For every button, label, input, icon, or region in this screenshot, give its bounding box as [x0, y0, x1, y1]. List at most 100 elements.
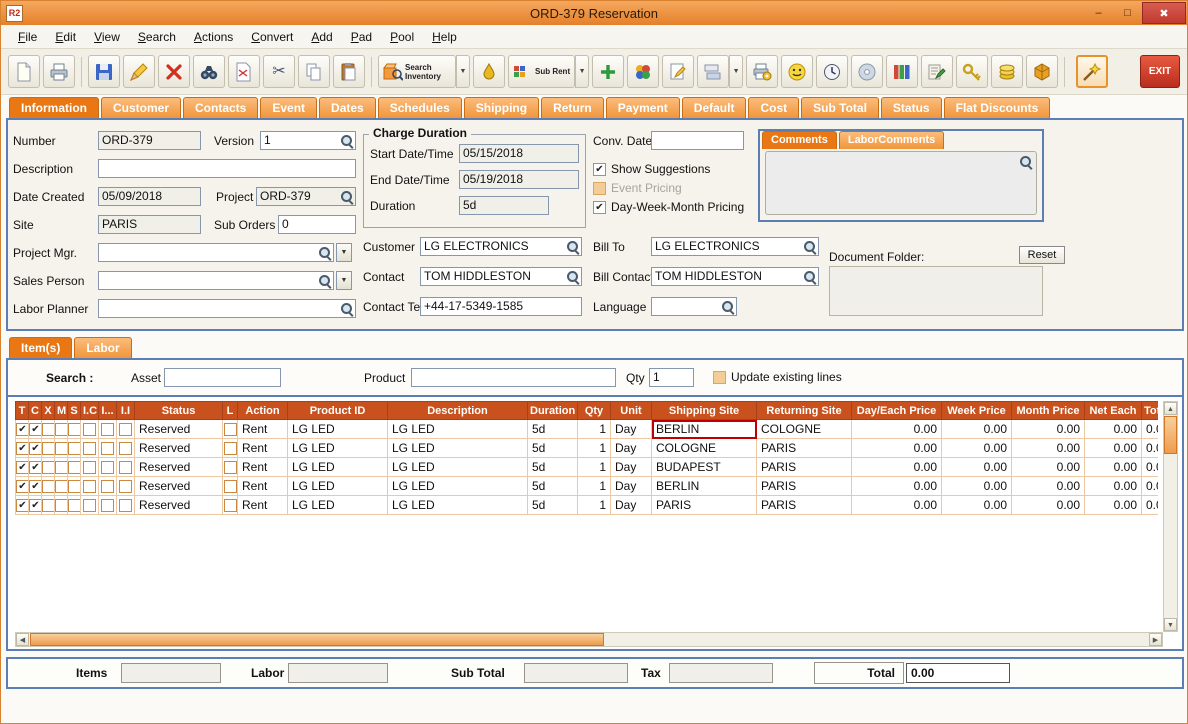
cell-product-id[interactable]: LG LED — [287, 438, 388, 458]
tab-information[interactable]: Information — [9, 97, 99, 118]
column-header-product_id[interactable]: Product ID — [287, 401, 388, 420]
cell-s-checkbox[interactable] — [67, 438, 81, 458]
row-checkbox-l[interactable] — [223, 442, 237, 456]
cell-l-checkbox[interactable] — [222, 438, 238, 458]
pool-balls-button[interactable] — [627, 55, 660, 88]
vertical-scroll-thumb[interactable] — [1164, 416, 1177, 454]
cell-s-checkbox[interactable] — [67, 457, 81, 477]
cell-net-each[interactable]: 0.00 — [1084, 438, 1142, 458]
cell-returning-site[interactable]: COLOGNE — [756, 419, 852, 439]
menu-actions[interactable]: Actions — [185, 27, 242, 47]
row-checkbox-t[interactable] — [16, 442, 28, 456]
maximize-button[interactable]: □ — [1113, 2, 1142, 24]
column-header-qty[interactable]: Qty — [577, 401, 611, 420]
column-header-ic[interactable]: I.C — [80, 401, 99, 420]
reset-button[interactable]: Reset — [1019, 246, 1065, 264]
project-mgr-search-icon[interactable] — [318, 246, 332, 260]
scroll-right-icon[interactable]: ▶ — [1149, 633, 1162, 646]
cell-action[interactable]: Rent — [237, 438, 288, 458]
menu-view[interactable]: View — [85, 27, 129, 47]
row-checkbox-m[interactable] — [55, 461, 67, 475]
tab-status[interactable]: Status — [880, 97, 942, 118]
cell-tot[interactable]: 0.00 — [1141, 438, 1158, 458]
row-checkbox-ii[interactable] — [119, 499, 132, 513]
description-field[interactable] — [98, 159, 356, 178]
cell-net-each[interactable]: 0.00 — [1084, 476, 1142, 496]
row-checkbox-l[interactable] — [223, 461, 237, 475]
delete-button[interactable] — [158, 55, 190, 88]
cell-product-id[interactable]: LG LED — [287, 495, 388, 515]
cell-tot[interactable]: 0.00 — [1141, 476, 1158, 496]
tab-flat-discounts[interactable]: Flat Discounts — [943, 97, 1051, 118]
cell-unit[interactable]: Day — [610, 419, 652, 439]
column-header-returning_site[interactable]: Returning Site — [756, 401, 852, 420]
horizontal-scroll-thumb[interactable] — [30, 633, 604, 646]
notes-button[interactable] — [921, 55, 954, 88]
cell-status[interactable]: Reserved — [134, 495, 223, 515]
cell-x-checkbox[interactable] — [41, 438, 55, 458]
cell-t-checkbox[interactable] — [15, 438, 29, 458]
cell-duration[interactable]: 5d — [527, 419, 578, 439]
print-setup-button[interactable] — [746, 55, 779, 88]
paste-button[interactable] — [333, 55, 365, 88]
site-field[interactable]: PARIS — [98, 215, 201, 234]
row-checkbox-s[interactable] — [68, 442, 80, 456]
tab-dates[interactable]: Dates — [319, 97, 376, 118]
row-checkbox-x[interactable] — [42, 480, 54, 494]
cell-shipping-site[interactable]: BUDAPEST — [651, 457, 757, 477]
cell-month[interactable]: 0.00 — [1011, 457, 1085, 477]
menu-file[interactable]: File — [9, 27, 46, 47]
row-checkbox-s[interactable] — [68, 499, 80, 513]
tab-default[interactable]: Default — [681, 97, 747, 118]
cut-sheet-button[interactable] — [228, 55, 260, 88]
row-checkbox-c[interactable] — [29, 461, 41, 475]
cell-net-each[interactable]: 0.00 — [1084, 495, 1142, 515]
sub-rent-dropdown[interactable]: ▼ — [575, 55, 590, 88]
project-field[interactable]: ORD-379 — [256, 187, 356, 206]
product-search-input[interactable] — [411, 368, 616, 387]
row-checkbox-x[interactable] — [42, 442, 54, 456]
clock-button[interactable] — [816, 55, 849, 88]
bill-to-search-icon[interactable] — [803, 240, 817, 254]
menu-edit[interactable]: Edit — [46, 27, 85, 47]
cell-x-checkbox[interactable] — [41, 476, 55, 496]
cell-idot-checkbox[interactable] — [98, 457, 117, 477]
cube-button[interactable] — [1026, 55, 1059, 88]
smiley-button[interactable] — [781, 55, 814, 88]
conv-date-field[interactable] — [651, 131, 744, 150]
cell-status[interactable]: Reserved — [134, 457, 223, 477]
cell-day-each[interactable]: 0.00 — [851, 419, 942, 439]
row-checkbox-t[interactable] — [16, 480, 28, 494]
row-checkbox-x[interactable] — [42, 423, 54, 437]
copy-button[interactable] — [298, 55, 330, 88]
cell-action[interactable]: Rent — [237, 419, 288, 439]
cell-status[interactable]: Reserved — [134, 419, 223, 439]
row-checkbox-idot[interactable] — [101, 442, 114, 456]
cell-ii-checkbox[interactable] — [116, 457, 135, 477]
cell-m-checkbox[interactable] — [54, 495, 68, 515]
cell-returning-site[interactable]: PARIS — [756, 457, 852, 477]
minimize-button[interactable]: – — [1084, 2, 1113, 24]
sales-person-search-icon[interactable] — [318, 274, 332, 288]
cell-qty[interactable]: 1 — [577, 457, 611, 477]
comments-tab-comments[interactable]: Comments — [762, 131, 837, 149]
cell-duration[interactable]: 5d — [527, 476, 578, 496]
cell-ii-checkbox[interactable] — [116, 476, 135, 496]
tab-shipping[interactable]: Shipping — [463, 97, 540, 118]
scroll-left-icon[interactable]: ◀ — [16, 633, 29, 646]
row-checkbox-t[interactable] — [16, 499, 28, 513]
tab-payment[interactable]: Payment — [605, 97, 680, 118]
row-checkbox-x[interactable] — [42, 499, 54, 513]
items-tab-labor[interactable]: Labor — [74, 337, 132, 358]
cell-ic-checkbox[interactable] — [80, 457, 99, 477]
row-checkbox-l[interactable] — [223, 480, 237, 494]
row-checkbox-m[interactable] — [55, 499, 67, 513]
tab-schedules[interactable]: Schedules — [377, 97, 462, 118]
cell-week[interactable]: 0.00 — [941, 495, 1012, 515]
cell-ii-checkbox[interactable] — [116, 419, 135, 439]
update-lines-checkbox[interactable] — [713, 370, 726, 384]
date-created-field[interactable]: 05/09/2018 — [98, 187, 201, 206]
cell-product-id[interactable]: LG LED — [287, 419, 388, 439]
column-header-l[interactable]: L — [222, 401, 238, 420]
cell-action[interactable]: Rent — [237, 457, 288, 477]
